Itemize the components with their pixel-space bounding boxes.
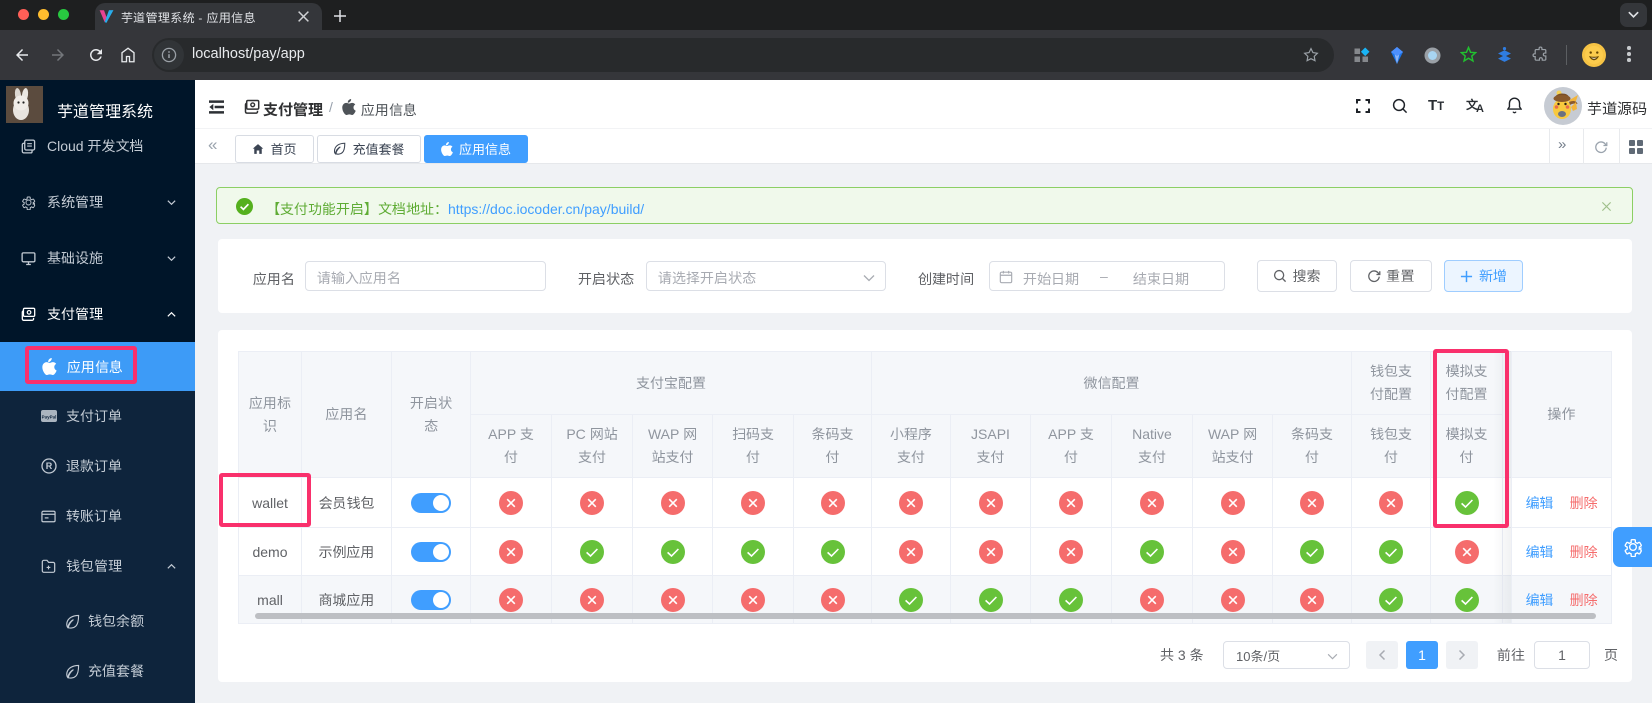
svg-text:R: R: [46, 461, 53, 471]
svg-text:PayPal: PayPal: [42, 415, 57, 420]
